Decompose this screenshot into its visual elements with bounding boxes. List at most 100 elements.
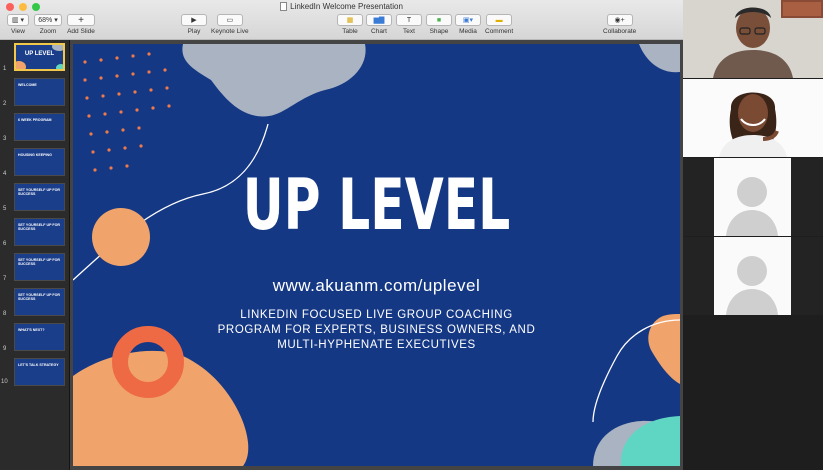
table-label: Table <box>342 28 358 35</box>
slide-thumbnail-2[interactable]: WELCOME <box>14 78 65 106</box>
plus-icon: + <box>78 14 84 26</box>
window-title: LinkedIn Welcome Presentation <box>0 2 683 12</box>
slide-thumbnail-3[interactable]: 6 WEEK PROGRAM <box>14 113 65 141</box>
window-title-text: LinkedIn Welcome Presentation <box>290 2 403 11</box>
gray-blob-top-right <box>639 44 680 73</box>
media-button[interactable]: ▣▾ <box>455 14 481 26</box>
tagline-line-3: MULTI-HYPHENATE EXECUTIVES <box>277 339 476 351</box>
chart-icon: ▆▇ <box>373 17 385 24</box>
media-control[interactable]: ▣▾ Media <box>455 14 481 35</box>
shape-label: Shape <box>429 28 449 35</box>
shape-icon: ■ <box>436 16 442 24</box>
thumbnail-title: HOUSING KEEPING <box>18 153 52 157</box>
text-button[interactable]: T <box>396 14 422 26</box>
current-slide[interactable]: UP LEVEL www.akuanm.com/uplevel LINKEDIN… <box>73 44 680 466</box>
slide-number: 2 <box>3 101 7 107</box>
video-tile-participant-1[interactable] <box>683 0 823 78</box>
slide-thumbnail-6[interactable]: SET YOURSELF UP FOR SUCCESS <box>14 218 65 246</box>
keynote-live-icon: ▭ <box>226 17 234 24</box>
thumbnail-title: SET YOURSELF UP FOR SUCCESS <box>18 258 60 267</box>
shape-button[interactable]: ■ <box>426 14 452 26</box>
slide-thumbnail-7[interactable]: SET YOURSELF UP FOR SUCCESS <box>14 253 65 281</box>
slide-decorations <box>73 44 680 466</box>
slide-thumbnail-10[interactable]: LET'S TALK STRATEGY <box>14 358 65 386</box>
thumbnail-gray-shape <box>52 45 63 51</box>
slide-thumbnail-5[interactable]: SET YOURSELF UP FOR SUCCESS <box>14 183 65 211</box>
keynote-live-button[interactable]: ▭ <box>216 14 243 26</box>
slide-title[interactable]: UP LEVEL <box>158 170 595 240</box>
comment-label: Comment <box>485 28 514 35</box>
zoom-control[interactable]: 68% ▾ Zoom <box>34 14 62 35</box>
text-icon: T <box>406 16 412 24</box>
gray-blob-top <box>182 44 366 117</box>
collaborate-control[interactable]: ◉+ Collaborate <box>603 14 636 35</box>
shape-control[interactable]: ■ Shape <box>426 14 452 35</box>
thumbnail-title: SET YOURSELF UP FOR SUCCESS <box>18 223 60 232</box>
thumbnail-title: SET YOURSELF UP FOR SUCCESS <box>18 188 60 197</box>
collaborate-button[interactable]: ◉+ <box>606 14 633 26</box>
thumbnail-title: SET YOURSELF UP FOR SUCCESS <box>18 293 60 302</box>
media-icon: ▣▾ <box>462 17 474 24</box>
slide-thumbnail-8[interactable]: SET YOURSELF UP FOR SUCCESS <box>14 288 65 316</box>
slide-number: 3 <box>3 136 7 142</box>
add-slide-label: Add Slide <box>67 28 95 35</box>
slide-number: 8 <box>3 311 7 317</box>
view-control[interactable]: ▥ ▾ View <box>7 14 29 35</box>
thumbnail-title: WHAT'S NEXT? <box>18 328 45 332</box>
keynote-live-label: Keynote Live <box>211 28 249 35</box>
table-control[interactable]: ▦ Table <box>337 14 363 35</box>
comment-button[interactable]: ▬ <box>486 14 513 26</box>
chevron-down-icon: ▾ <box>52 17 58 24</box>
thumbnail-title: WELCOME <box>18 83 37 87</box>
slide-number: 6 <box>3 241 7 247</box>
view-button[interactable]: ▥ ▾ <box>7 14 29 26</box>
participant-2-photo <box>683 79 823 157</box>
slide-tagline[interactable]: LINKEDIN FOCUSED LIVE GROUP COACHING PRO… <box>73 308 680 353</box>
video-tile-participant-3[interactable] <box>683 158 823 236</box>
zoom-select[interactable]: 68% ▾ <box>34 14 62 26</box>
avatar-placeholder <box>714 158 791 236</box>
keynote-live-control[interactable]: ▭ Keynote Live <box>211 14 249 35</box>
collaborate-icon: ◉+ <box>614 17 625 24</box>
slide-number: 9 <box>3 346 7 352</box>
comment-icon: ▬ <box>495 16 503 24</box>
thumbnail-title: UP LEVEL <box>24 51 55 57</box>
slide-thumbnail-4[interactable]: HOUSING KEEPING <box>14 148 65 176</box>
table-button[interactable]: ▦ <box>337 14 363 26</box>
thumbnail-title: 6 WEEK PROGRAM <box>18 118 52 122</box>
orange-circle <box>92 208 150 266</box>
document-icon <box>280 2 288 12</box>
slide-thumbnail-9[interactable]: WHAT'S NEXT? <box>14 323 65 351</box>
add-slide-control[interactable]: + Add Slide <box>67 14 95 35</box>
video-tile-participant-2[interactable] <box>683 79 823 157</box>
slide-thumbnail-1[interactable]: UP LEVEL <box>14 43 65 71</box>
comment-control[interactable]: ▬ Comment <box>485 14 513 35</box>
slide-navigator[interactable]: 1 UP LEVEL 2 WELCOME 3 6 WEEK PROGRAM 4 … <box>0 40 70 470</box>
slide-url[interactable]: www.akuanm.com/uplevel <box>73 276 680 296</box>
media-label: Media <box>459 28 477 35</box>
view-label: View <box>11 28 25 35</box>
slide-number: 10 <box>1 379 8 385</box>
play-control[interactable]: ▶ Play <box>181 14 207 35</box>
slide-number: 1 <box>3 66 7 72</box>
play-button[interactable]: ▶ <box>181 14 207 26</box>
chart-label: Chart <box>371 28 387 35</box>
text-label: Text <box>403 28 415 35</box>
chart-control[interactable]: ▆▇ Chart <box>366 14 392 35</box>
orange-blob-bottom <box>73 350 249 466</box>
add-slide-button[interactable]: + <box>67 14 95 26</box>
chart-button[interactable]: ▆▇ <box>366 14 392 26</box>
slide-canvas[interactable]: UP LEVEL www.akuanm.com/uplevel LINKEDIN… <box>70 40 683 470</box>
person-silhouette-icon <box>726 256 778 315</box>
tagline-line-2: PROGRAM FOR EXPERTS, BUSINESS OWNERS, AN… <box>217 324 536 336</box>
zoom-value: 68% <box>38 16 53 24</box>
video-tile-participant-4[interactable] <box>683 237 823 315</box>
thumbnail-teal-shape <box>56 64 63 69</box>
thumbnail-title: LET'S TALK STRATEGY <box>18 363 59 367</box>
zoom-label: Zoom <box>39 28 57 35</box>
collaborate-label: Collaborate <box>603 28 637 35</box>
play-label: Play <box>187 28 201 35</box>
text-control[interactable]: T Text <box>396 14 422 35</box>
sidebar-layout-icon: ▥ ▾ <box>11 17 25 24</box>
slide-number: 7 <box>3 276 7 282</box>
